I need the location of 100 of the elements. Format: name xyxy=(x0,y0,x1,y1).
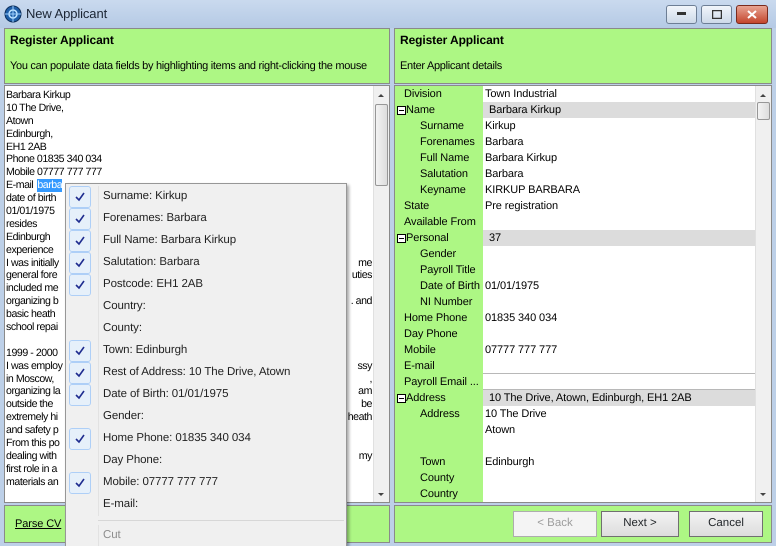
cv-text-line: EH1 2AB xyxy=(6,140,46,154)
cv-text-line: Phone 01835 340 034 xyxy=(6,153,102,166)
cv-text-line: materials an xyxy=(6,476,58,489)
menu-item[interactable]: Forenames: Barbara xyxy=(68,208,344,230)
cv-text-line: heath xyxy=(348,411,372,424)
cv-text-line: outside the xyxy=(6,398,53,412)
property-label: Full Name xyxy=(420,151,470,166)
cv-text-line: I was employ xyxy=(6,360,62,373)
cv-text-line: Edinburgh xyxy=(6,230,50,244)
property-value: 10 The Drive xyxy=(485,407,548,422)
cv-text-line: 10 The Drive, xyxy=(6,102,64,115)
cv-text-line: be xyxy=(361,398,372,412)
property-label: Available From xyxy=(404,215,476,230)
cv-text-line: Edinburgh, xyxy=(6,128,53,141)
property-value: Barbara Kirkup xyxy=(485,152,557,164)
property-value: Edinburgh xyxy=(485,456,534,468)
group-value: Barbara Kirkup xyxy=(483,102,755,118)
cv-text-line: dealing with xyxy=(6,450,57,463)
group-value: 37 xyxy=(483,230,755,246)
checkmark-icon xyxy=(75,214,85,224)
property-value: Pre registration xyxy=(485,200,558,212)
close-button[interactable] xyxy=(736,4,768,24)
menu-item[interactable]: Full Name: Barbara Kirkup xyxy=(68,230,344,252)
property-label: Address xyxy=(420,407,460,422)
property-value: 01/01/1975 xyxy=(485,280,540,292)
property-value: Barbara xyxy=(485,136,524,148)
checkmark-icon xyxy=(75,192,85,202)
cv-text-line: . and xyxy=(350,295,372,308)
checkmark-icon xyxy=(75,434,85,444)
checkmark-icon xyxy=(75,258,85,268)
cv-text-line: and safety p xyxy=(6,424,58,438)
scroll-thumb[interactable] xyxy=(375,104,388,186)
scrollbar[interactable] xyxy=(373,86,389,502)
menu-item[interactable]: Town: Edinburgh xyxy=(68,340,344,362)
cv-text-line: resides xyxy=(6,218,38,231)
next-button[interactable]: Next > xyxy=(601,511,679,537)
menu-item[interactable]: E-mail: xyxy=(68,494,344,516)
property-label: Home Phone xyxy=(404,311,468,326)
checkmark-icon xyxy=(75,368,85,378)
menu-item[interactable]: Rest of Address: 10 The Drive, Atown xyxy=(68,362,344,384)
checkbox[interactable] xyxy=(69,274,91,296)
menu-item[interactable]: Mobile: 07777 777 777 xyxy=(68,472,344,494)
scrollbar[interactable] xyxy=(755,86,771,502)
menu-item[interactable]: Surname: Kirkup xyxy=(68,186,344,208)
checkbox[interactable] xyxy=(69,208,91,230)
property-label: County xyxy=(420,471,454,486)
cv-text-line: , xyxy=(370,372,372,386)
instruction-text: You can populate data fields by highlighting items and right-clicking the mouse xyxy=(10,60,367,72)
property-label: Payroll Email ... xyxy=(404,375,479,390)
close-icon xyxy=(747,10,757,18)
property-label: NI Number xyxy=(420,295,472,310)
cv-text-line: am xyxy=(358,385,372,398)
checkbox[interactable] xyxy=(69,472,91,494)
cv-text-line: organizing b xyxy=(6,295,58,308)
cv-text-line: experience xyxy=(6,244,54,257)
menu-item[interactable]: Date of Birth: 01/01/1975 xyxy=(68,384,344,406)
checkbox[interactable] xyxy=(69,428,91,450)
property-label: Mobile xyxy=(404,343,436,358)
menu-item[interactable]: Home Phone: 01835 340 034 xyxy=(68,428,344,450)
cv-text-line: extremely hi xyxy=(6,411,58,424)
cv-text-label: E-mail xyxy=(6,179,34,192)
minimize-icon xyxy=(677,12,686,16)
checkbox[interactable] xyxy=(69,384,91,406)
cv-text-line: From this po xyxy=(6,437,60,450)
minimize-button[interactable] xyxy=(666,4,697,24)
maximize-icon xyxy=(712,10,722,18)
menu-item[interactable]: Day Phone: xyxy=(68,450,344,472)
property-value: Atown xyxy=(485,423,516,438)
property-label: E-mail xyxy=(404,359,435,374)
property-label: Division xyxy=(404,87,442,102)
cv-text-line: organizing la xyxy=(6,385,60,398)
scroll-thumb[interactable] xyxy=(757,102,770,120)
maximize-button[interactable] xyxy=(701,4,732,24)
checkbox[interactable] xyxy=(69,340,91,362)
parse-cv-link[interactable]: Parse CV xyxy=(15,516,62,532)
panel-heading: Register Applicant xyxy=(400,33,504,47)
cv-text-line: in Moscow, xyxy=(6,372,54,386)
cv-text-line: basic heath xyxy=(6,308,56,322)
cv-text-line: Barbara Kirkup xyxy=(6,89,70,102)
property-value: 01835 340 034 xyxy=(485,312,558,324)
menu-item[interactable]: Gender: xyxy=(68,406,344,428)
collapse-icon[interactable] xyxy=(397,394,406,402)
cancel-button[interactable]: Cancel xyxy=(689,511,763,537)
checkbox[interactable] xyxy=(69,362,91,384)
menu-item[interactable]: County: xyxy=(68,318,344,340)
checkbox[interactable] xyxy=(69,252,91,274)
checkmark-icon xyxy=(75,280,85,290)
menu-item[interactable]: Salutation: Barbara xyxy=(68,252,344,274)
property-value: Barbara xyxy=(485,168,524,180)
checkbox[interactable] xyxy=(69,230,91,252)
collapse-icon[interactable] xyxy=(397,106,406,114)
checkbox[interactable] xyxy=(69,186,91,208)
menu-item[interactable]: Country: xyxy=(68,296,344,318)
checkmark-icon xyxy=(75,236,85,246)
cv-text-line: 1999 - 2000 xyxy=(6,346,58,360)
cv-text-line: Atown xyxy=(6,114,34,128)
menu-item[interactable]: Postcode: EH1 2AB xyxy=(68,274,344,296)
property-value: Town Industrial xyxy=(485,88,557,100)
window-title: New Applicant xyxy=(26,5,108,24)
collapse-icon[interactable] xyxy=(397,234,406,242)
